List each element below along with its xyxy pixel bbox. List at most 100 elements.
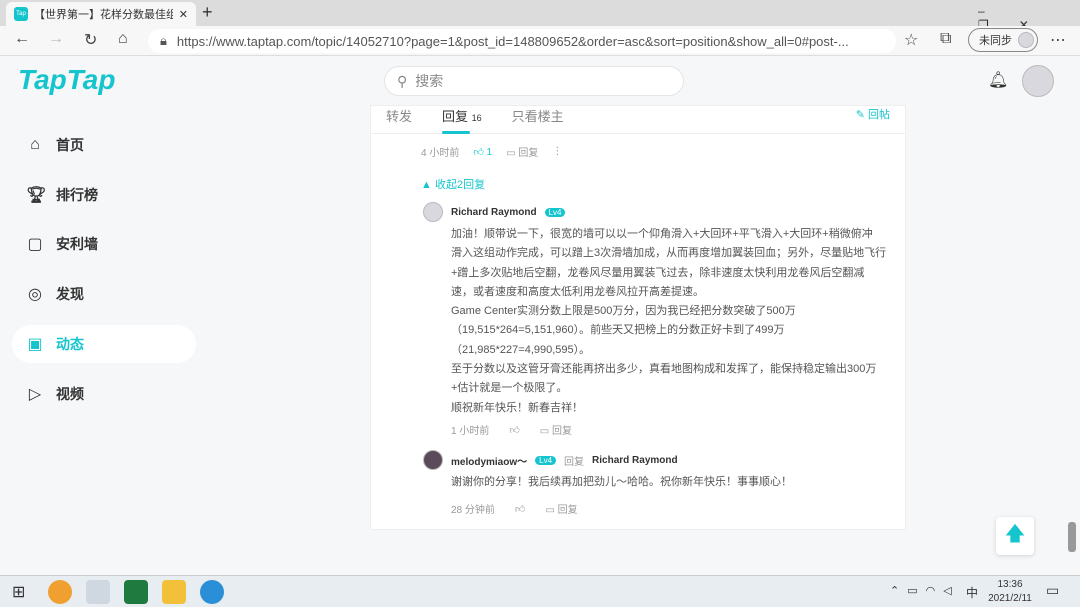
reply-to-user[interactable]: Richard Raymond	[592, 455, 678, 466]
page: TapTap ⚲ 搜索 🔔︎ ⌂ 首页 🏆︎ 排行榜 ▢ 安利墙 ◎ 发现 ▣ 动态 ▷ 视频…	[0, 56, 1080, 575]
date: 2021/2/11	[988, 593, 1032, 604]
profile-avatar	[1018, 32, 1034, 48]
windows-start-icon[interactable]: ⊞	[12, 582, 25, 602]
like-count: 1	[486, 146, 493, 158]
like-icon[interactable]: 👍︎	[515, 503, 525, 515]
notification-icon[interactable]: ▭	[1046, 582, 1059, 599]
sidebar-item-ranking[interactable]: 🏆︎ 排行榜	[12, 176, 196, 214]
browser-tab[interactable]: Tap 【世界第一】花样分数最佳组合 ✕	[6, 2, 196, 26]
time: 13:36	[997, 579, 1023, 590]
timestamp: 28 分钟前	[451, 505, 495, 516]
url-field[interactable]: 🔒︎ https://www.taptap.com/topic/14052710?…	[148, 29, 896, 53]
text-line: +估计就是一个极限了。	[451, 382, 568, 395]
reply-body: 加油！顺带说一下，很宽的墙可以以一个仰角滑入+大回环+平飞滑入+大回环+稍微俯冲…	[451, 225, 886, 418]
file-explorer-icon[interactable]	[162, 580, 186, 604]
post-reply-label: 回帖	[868, 109, 890, 121]
sidebar-item-wall[interactable]: ▢ 安利墙	[12, 225, 196, 263]
reply-meta: 28 分钟前 👍︎ ▭ 回复	[451, 501, 578, 517]
text-line: 速，或者速度和高度太低利用龙卷风拉开高差提速。	[451, 285, 704, 298]
text-line: （21,985*227=4,990,595）。	[451, 343, 591, 356]
profile-sync-button[interactable]: 未同步	[968, 28, 1038, 52]
scrollbar-thumb[interactable]	[1068, 522, 1076, 552]
clock[interactable]: 13:36 2021/2/11	[984, 578, 1036, 606]
sync-label: 未同步	[979, 35, 1012, 47]
sidebar-item-video[interactable]: ▷ 视频	[12, 375, 196, 413]
avatar[interactable]	[423, 450, 443, 470]
post-tabs: 转发 回复 16 只看楼主 ✎ 回帖	[371, 106, 905, 134]
sidebar-label: 首页	[56, 137, 84, 153]
home-icon[interactable]: ⌂	[118, 30, 128, 48]
reply-to-label: 回复	[564, 456, 585, 468]
forward-icon[interactable]: →	[48, 30, 64, 48]
text-line: （19,515*264=5,151,960）。前些天又把榜上的分数正好卡到了49…	[451, 324, 785, 337]
reply-body: 谢谢你的分享！我后续再加把劲儿～哈哈。祝你新年快乐！事事顺心！	[451, 473, 792, 492]
text-line: 谢谢你的分享！我后续再加把劲儿～哈哈。祝你新年快乐！事事顺心！	[451, 476, 792, 488]
text-line: 顺祝新年快乐！新春吉祥！	[451, 401, 583, 414]
reply-label: 回复	[557, 505, 578, 516]
text-line: Game Center实测分数上限是500万分，因为我已经把分数突破了500万	[451, 305, 796, 318]
more-icon[interactable]: ⋯	[1050, 30, 1066, 50]
reply-button[interactable]: ▭ 回复	[506, 144, 538, 159]
taptap-favicon-icon: Tap	[14, 7, 28, 21]
collapse-replies-button[interactable]: ▲ 收起2回复	[421, 176, 485, 192]
bell-icon[interactable]: 🔔︎	[988, 70, 1008, 90]
text-line: 至于分数以及这管牙膏还能再挤出多少，真看地图构成和发挥了，能保持稳定输出300万	[451, 363, 877, 376]
sidebar-label: 视频	[56, 386, 84, 402]
post-reply-button[interactable]: ✎ 回帖	[856, 106, 890, 134]
reply-count: 16	[471, 113, 482, 123]
sidebar-item-home[interactable]: ⌂ 首页	[12, 126, 196, 164]
refresh-icon[interactable]: ↻	[84, 30, 97, 50]
timestamp: 4 小时前	[421, 148, 460, 159]
app-icon[interactable]	[48, 580, 72, 604]
sidebar-item-discover[interactable]: ◎ 发现	[12, 275, 196, 313]
app-icon[interactable]	[86, 580, 110, 604]
trophy-icon: 🏆︎	[26, 187, 47, 204]
home-icon: ⌂	[30, 136, 40, 153]
tab-owner-only[interactable]: 只看楼主	[512, 106, 564, 134]
text-line: +蹭上多次贴地后空翻，龙卷风尽量用翼装飞过去，除非速度太快利用龙卷风后空翻减	[451, 266, 865, 279]
search-input[interactable]: ⚲ 搜索	[384, 66, 684, 96]
reply-label: 回复	[552, 426, 573, 437]
new-tab-button[interactable]: +	[202, 2, 213, 23]
browser-tab-bar: Tap 【世界第一】花样分数最佳组合 ✕ + –❐✕	[0, 0, 1080, 32]
like-button[interactable]: 👍︎ 1	[473, 146, 492, 158]
search-placeholder: 搜索	[415, 73, 444, 89]
back-icon[interactable]: ←	[14, 30, 30, 48]
username[interactable]: melodymiaow～	[451, 453, 527, 468]
sidebar-label: 排行榜	[56, 187, 98, 203]
sidebar-item-feed[interactable]: ▣ 动态	[12, 325, 196, 363]
tab-forward[interactable]: 转发	[386, 106, 412, 134]
timestamp: 1 小时前	[451, 426, 490, 437]
sidebar-label: 动态	[56, 336, 84, 352]
collections-icon[interactable]: ⧉	[940, 30, 951, 48]
user-avatar[interactable]	[1022, 65, 1054, 97]
sidebar-label: 发现	[56, 286, 84, 302]
favorites-icon[interactable]: ☆	[904, 30, 918, 50]
discover-icon: ◎	[28, 286, 42, 303]
avatar[interactable]	[423, 202, 443, 222]
close-tab-icon[interactable]: ✕	[179, 8, 188, 21]
level-badge: Lv4	[535, 455, 557, 465]
chat-icon: ▣	[27, 336, 43, 353]
excel-icon[interactable]	[124, 580, 148, 604]
reply-button[interactable]: ▭ 回复	[540, 422, 572, 437]
reply-label: 回复	[518, 148, 539, 159]
lock-icon: 🔒︎	[160, 33, 167, 48]
ime-indicator[interactable]: 中	[966, 584, 978, 601]
reply-button[interactable]: ▭ 回复	[545, 501, 577, 516]
tray-icons[interactable]: ⌃▭◠◁	[890, 584, 960, 597]
collapse-label: 收起2回复	[434, 179, 486, 191]
tab-replies[interactable]: 回复 16	[442, 106, 482, 134]
text-line: 加油！顺带说一下，很宽的墙可以以一个仰角滑入+大回环+平飞滑入+大回环+稍微俯冲	[451, 228, 873, 240]
sidebar-label: 安利墙	[56, 236, 98, 252]
edge-icon[interactable]	[200, 580, 224, 604]
more-options-icon[interactable]: ⋮	[552, 146, 562, 157]
tab-title: 【世界第一】花样分数最佳组合	[34, 9, 173, 21]
level-badge: Lv4	[544, 207, 566, 217]
username[interactable]: Richard Raymond	[451, 207, 537, 218]
taptap-logo[interactable]: TapTap	[18, 64, 115, 96]
badge-icon: ▢	[27, 236, 43, 253]
back-to-top-button[interactable]: 🡅	[996, 517, 1034, 555]
address-bar-row: ← → ↻ ⌂ 🔒︎ https://www.taptap.com/topic/1…	[0, 26, 1080, 56]
like-icon[interactable]: 👍︎	[509, 424, 519, 436]
